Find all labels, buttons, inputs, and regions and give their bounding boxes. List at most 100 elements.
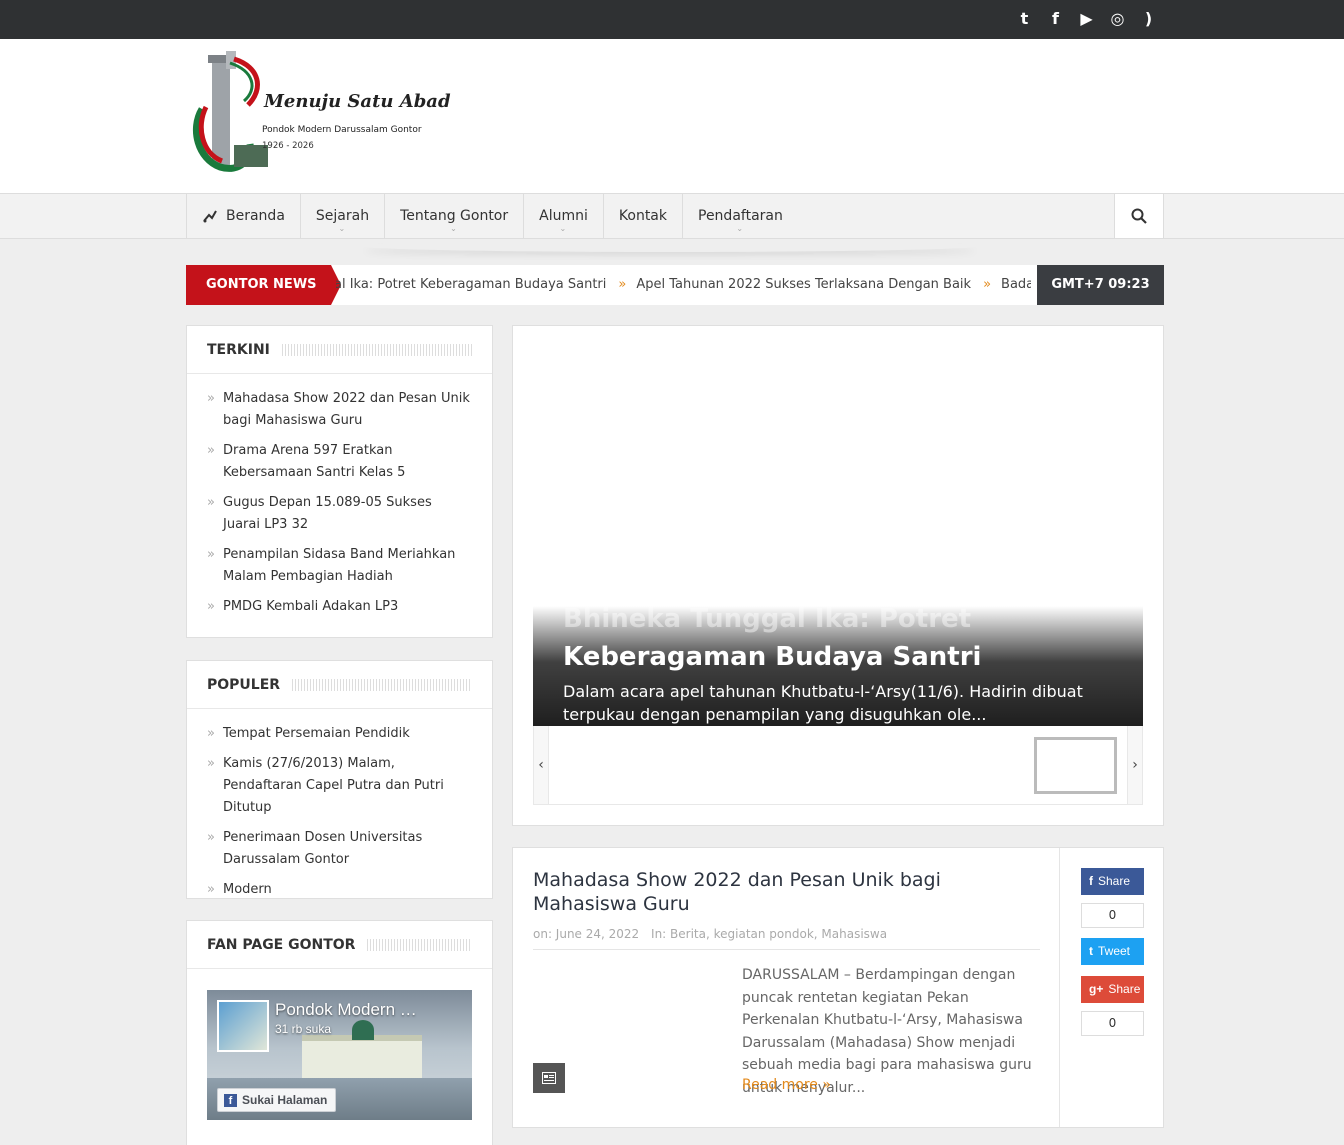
twitter-share-button[interactable]: t Tweet xyxy=(1081,938,1144,965)
ticker-track: al Ika: Potret Keberagaman Budaya Santri… xyxy=(336,265,1031,305)
post-card: Mahadasa Show 2022 dan Pesan Unik bagi M… xyxy=(512,847,1164,1128)
rss-icon[interactable]: ) xyxy=(1139,9,1158,28)
list-item[interactable]: Tempat Persemaian Pendidik xyxy=(207,723,472,745)
list-item[interactable]: Mahadasa Show 2022 dan Pesan Unik bagi M… xyxy=(207,388,472,432)
chevron-down-icon: ⌄ xyxy=(736,224,744,233)
facebook-icon: f xyxy=(1089,874,1093,888)
twitter-icon[interactable]: t xyxy=(1015,9,1034,28)
like-page-button[interactable]: f Sukai Halaman xyxy=(217,1088,337,1112)
popular-posts-list: Tempat Persemaian Pendidik Kamis (27/6/2… xyxy=(187,709,492,901)
logo-subtitle: Pondok Modern Darussalam Gontor xyxy=(262,125,422,135)
widget-terkini: TERKINI Mahadasa Show 2022 dan Pesan Uni… xyxy=(186,325,493,638)
post-meta: on: June 24, 2022 In: Berita, kegiatan p… xyxy=(533,927,1040,950)
nav-item-beranda[interactable]: Beranda xyxy=(186,194,300,238)
title-stripe xyxy=(292,678,472,691)
chevron-down-icon: ⌄ xyxy=(559,224,567,233)
cover-dome xyxy=(352,1020,374,1040)
nav-shadow xyxy=(360,240,980,252)
youtube-icon[interactable]: ▶ xyxy=(1077,9,1096,28)
chevron-right-icon: » xyxy=(983,277,992,292)
active-thumbnail[interactable] xyxy=(1034,737,1117,794)
nav-label: Sejarah xyxy=(315,208,370,224)
google-plus-icon: g+ xyxy=(1089,982,1104,996)
page-avatar[interactable] xyxy=(217,1000,269,1052)
widget-title: TERKINI xyxy=(207,341,270,358)
home-icon xyxy=(203,210,217,223)
slide-title-line1: Bhineka Tunggal Ika: Potret xyxy=(563,604,972,634)
list-item[interactable]: Penampilan Sidasa Band Meriahkan Malam P… xyxy=(207,544,472,588)
widget-title: POPULER xyxy=(207,676,281,693)
featured-slider: Bhineka Tunggal Ika: Potret Keberagaman … xyxy=(512,325,1164,826)
slide-title-line2: Keberagaman Budaya Santri xyxy=(563,642,982,672)
twitter-icon: t xyxy=(1089,944,1093,958)
widget-header: FAN PAGE GONTOR xyxy=(187,921,492,969)
chevron-down-icon: ⌄ xyxy=(450,224,457,233)
nav-label: Beranda xyxy=(226,208,285,224)
article-icon xyxy=(542,1072,556,1084)
logo-years: 1926 - 2026 xyxy=(262,141,314,151)
slide-title[interactable]: Bhineka Tunggal Ika: Potret Keberagaman … xyxy=(563,600,1123,676)
share-label: Tweet xyxy=(1098,944,1131,958)
nav-label: Kontak xyxy=(618,208,667,224)
share-column: f Share 0 t Tweet g+ Share 0 xyxy=(1059,848,1164,1127)
nav-menu: Beranda Sejarah ⌄ Tentang Gontor ⌄ Alumn… xyxy=(186,194,1164,238)
slide-image[interactable]: Bhineka Tunggal Ika: Potret Keberagaman … xyxy=(533,346,1143,746)
ticker-item[interactable]: al Ika: Potret Keberagaman Budaya Santri xyxy=(336,277,606,292)
recent-posts-list: Mahadasa Show 2022 dan Pesan Unik bagi M… xyxy=(187,374,492,618)
search-button[interactable] xyxy=(1114,194,1164,238)
widget-title: FAN PAGE GONTOR xyxy=(207,936,356,953)
nav-item-kontak[interactable]: Kontak xyxy=(602,194,682,238)
post-categories[interactable]: Berita, kegiatan pondok, Mahasiswa xyxy=(670,927,887,941)
slide-excerpt: Dalam acara apel tahunan Khutbatu-l-‘Ars… xyxy=(563,682,1083,724)
facebook-icon[interactable]: f xyxy=(1046,9,1065,28)
title-stripe xyxy=(281,343,472,356)
list-item[interactable]: Kamis (27/6/2013) Malam, Pendaftaran Cap… xyxy=(207,753,472,819)
widget-header: TERKINI xyxy=(187,326,492,374)
list-item[interactable]: Gugus Depan 15.089-05 Sukses Juarai LP3 … xyxy=(207,492,472,536)
chevron-right-icon: » xyxy=(618,277,627,292)
facebook-share-count: 0 xyxy=(1081,903,1144,928)
ticker-item[interactable]: Badan W xyxy=(1001,277,1031,292)
widget-header: POPULER xyxy=(187,661,492,709)
slider-thumbnails: ‹ › xyxy=(533,726,1143,805)
nav-item-tentang-gontor[interactable]: Tentang Gontor ⌄ xyxy=(384,194,523,238)
gplus-share-button[interactable]: g+ Share xyxy=(1081,976,1144,1003)
widget-fanpage: FAN PAGE GONTOR Pondok Modern … 31 rb su… xyxy=(186,920,493,1145)
gplus-share-count: 0 xyxy=(1081,1011,1144,1036)
list-item[interactable]: Drama Arena 597 Eratkan Kebersamaan Sant… xyxy=(207,440,472,484)
nav-item-alumni[interactable]: Alumni ⌄ xyxy=(523,194,603,238)
post-category-label: In: xyxy=(651,927,667,941)
ticker-clock: GMT+7 09:23 xyxy=(1037,265,1164,305)
facebook-share-button[interactable]: f Share xyxy=(1081,868,1144,895)
social-links: t f ▶ ◎ ) xyxy=(1015,9,1158,28)
share-label: Share xyxy=(1108,982,1141,996)
top-bar: t f ▶ ◎ ) xyxy=(0,0,1344,39)
ticker-label: GONTOR NEWS xyxy=(186,265,341,305)
nav-label: Tentang Gontor xyxy=(400,208,509,224)
widget-populer: POPULER Tempat Persemaian Pendidik Kamis… xyxy=(186,660,493,901)
chevron-left-icon[interactable]: ‹ xyxy=(534,726,549,804)
chevron-right-icon[interactable]: › xyxy=(1127,726,1142,804)
facebook-page-plugin[interactable]: Pondok Modern … 31 rb suka f Sukai Halam… xyxy=(207,990,472,1120)
site-logo[interactable]: Menuju Satu Abad Pondok Modern Darussala… xyxy=(190,49,451,174)
ticker-item[interactable]: Apel Tahunan 2022 Sukses Terlaksana Deng… xyxy=(636,277,971,292)
slide-caption: Bhineka Tunggal Ika: Potret Keberagaman … xyxy=(533,604,1143,746)
title-stripe xyxy=(367,938,472,951)
nav-item-sejarah[interactable]: Sejarah ⌄ xyxy=(299,194,384,238)
main-navigation: Beranda Sejarah ⌄ Tentang Gontor ⌄ Alumn… xyxy=(0,193,1344,239)
list-item[interactable]: Penerimaan Dosen Universitas Darussalam … xyxy=(207,827,472,871)
share-label: Share xyxy=(1098,874,1131,888)
post-title[interactable]: Mahadasa Show 2022 dan Pesan Unik bagi M… xyxy=(533,868,1043,916)
nav-item-pendaftaran[interactable]: Pendaftaran ⌄ xyxy=(682,194,798,238)
list-item[interactable]: PMDG Kembali Adakan LP3 xyxy=(207,596,472,618)
instagram-icon[interactable]: ◎ xyxy=(1108,9,1127,28)
search-icon xyxy=(1131,208,1147,224)
fb-page-name[interactable]: Pondok Modern … xyxy=(275,1000,417,1020)
like-page-label: Sukai Halaman xyxy=(242,1093,328,1107)
fb-likes-count: 31 rb suka xyxy=(275,1022,332,1036)
news-ticker: GONTOR NEWS al Ika: Potret Keberagaman B… xyxy=(186,265,1164,305)
post-format-icon xyxy=(533,1063,565,1093)
read-more-link[interactable]: Read more » xyxy=(742,1077,831,1093)
list-item[interactable]: Modern xyxy=(207,879,472,901)
chevron-down-icon: ⌄ xyxy=(338,224,346,233)
